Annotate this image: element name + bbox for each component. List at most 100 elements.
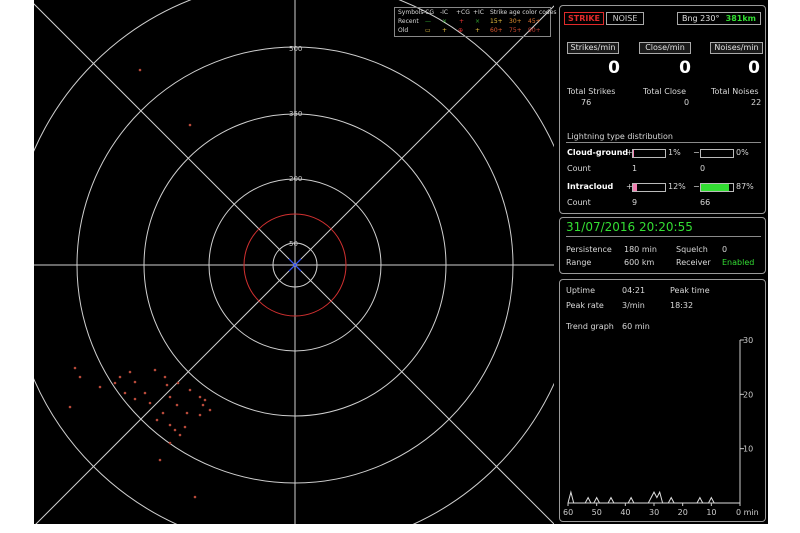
distribution-title: Lightning type distribution (567, 132, 673, 141)
squelch-value: 0 (722, 245, 728, 254)
noises-per-min-button[interactable]: Noises/min (710, 42, 763, 54)
total-close-label: Total Close (643, 87, 687, 96)
strike-dot (68, 405, 72, 409)
strike-dot (113, 381, 117, 385)
legend-age-60: 60+ (490, 27, 503, 34)
ic-negative-bar (700, 183, 734, 192)
strike-dot (198, 413, 202, 417)
strike-dot (161, 411, 165, 415)
strike-dot (176, 381, 180, 385)
strike-dot (123, 391, 127, 395)
noise-indicator[interactable]: NOISE (606, 12, 644, 25)
total-noises-value: 22 (751, 98, 762, 107)
cg-negative-pct: 0% (736, 148, 749, 157)
squelch-label: Squelch (676, 245, 708, 254)
strike-dot (201, 403, 205, 407)
cg-negative-bar (700, 149, 734, 158)
status-panel: 31/07/2016 20:20:55 Persistence 180 min … (559, 217, 766, 274)
ic-negative-pct: 87% (736, 182, 754, 191)
datetime-display: 31/07/2016 20:20:55 (566, 220, 693, 234)
strike-dot (163, 375, 167, 379)
close-per-min-value: 0 (679, 58, 691, 78)
ic-count-label: Count (567, 198, 591, 207)
strike-dot (155, 418, 159, 422)
ic-count-negative: 66 (700, 198, 711, 207)
symbol-legend: Symbols -CG -IC +CG +IC Strike age color… (394, 7, 557, 37)
trend-x-tick-label: 10 (706, 508, 716, 517)
strike-dot (143, 391, 147, 395)
strike-dot (153, 368, 157, 372)
legend-old-pos-ic-symbol: + (475, 27, 481, 34)
legend-old-label: Old (398, 27, 409, 34)
strike-dot (198, 395, 202, 399)
range-label-50: 50 (289, 240, 298, 248)
total-strikes-value: 76 (581, 98, 592, 107)
range-value: 600 km (624, 258, 655, 267)
persistence-value: 180 min (624, 245, 657, 254)
strike-indicator[interactable]: STRIKE (564, 12, 604, 25)
receiver-status[interactable]: Enabled (722, 258, 754, 268)
strike-dot (203, 398, 207, 402)
strike-dot (173, 428, 177, 432)
strike-dot (168, 423, 172, 427)
trend-x-tick-label: 0 min (736, 508, 759, 517)
trend-panel: Uptime 04:21 Peak time Peak rate 3/min 1… (559, 279, 766, 522)
strike-dot (183, 425, 187, 429)
trend-y-tick-label: 10 (743, 445, 753, 454)
range-label: Range (566, 258, 592, 267)
trend-y-tick-label: 30 (743, 336, 753, 345)
strike-dot (168, 441, 172, 445)
trend-x-tick-label: 20 (678, 508, 688, 517)
close-per-min-button[interactable]: Close/min (639, 42, 691, 54)
persistence-label: Persistence (566, 245, 612, 254)
legend-age-90: 90+ (528, 27, 541, 34)
strike-dot (148, 401, 152, 405)
legend-age-75: 75+ (509, 27, 522, 34)
trend-x-tick-label: 50 (592, 508, 602, 517)
legend-old-neg-ic-symbol: + (442, 27, 448, 34)
distribution-divider (566, 142, 761, 143)
distance-value: 381km (725, 14, 756, 23)
range-label-500: 500 (289, 45, 302, 53)
noises-per-min-value: 0 (748, 58, 760, 78)
cg-count-negative: 0 (700, 164, 706, 173)
trend-x-tick-label: 30 (649, 508, 659, 517)
cg-positive-bar (632, 149, 666, 158)
lightning-detector-screen: 500 350 200 50 Symbols -CG -IC +CG +IC S… (34, 0, 768, 524)
total-noises-label: Total Noises (711, 87, 759, 96)
radar-diagonal (34, 3, 554, 524)
strikes-per-min-button[interactable]: Strikes/min (567, 42, 619, 54)
intracloud-label: Intracloud (567, 182, 614, 191)
strike-dot (133, 380, 137, 384)
cg-count-positive: 1 (632, 164, 638, 173)
strike-dot (133, 397, 137, 401)
strike-dot (175, 403, 179, 407)
range-label-200: 200 (289, 175, 302, 183)
status-divider (566, 236, 761, 237)
bearing-value: Bng 230° (682, 14, 720, 23)
trend-x-tick-label: 60 (563, 508, 573, 517)
total-close-value: 0 (684, 98, 690, 107)
trend-graph: 60 50 40 30 20 10 0 min 30 20 10 (563, 336, 759, 517)
strike-dot (128, 370, 132, 374)
total-strikes-label: Total Strikes (567, 87, 616, 96)
receiver-label: Receiver (676, 258, 711, 267)
strike-dot (188, 123, 192, 127)
strike-dot (158, 458, 162, 462)
strike-dot (185, 411, 189, 415)
ic-minus-sign: − (693, 182, 700, 191)
counter-panel: STRIKE NOISE Bng 230° 381km Strikes/min … (559, 5, 766, 214)
strike-dot (165, 383, 169, 387)
strike-dot (178, 433, 182, 437)
bearing-box: Bng 230° 381km (677, 12, 761, 25)
strike-dot (138, 68, 142, 72)
ic-positive-bar (632, 183, 666, 192)
trend-x-tick-label: 40 (620, 508, 630, 517)
cloud-ground-label: Cloud-ground (567, 148, 629, 157)
strike-dot (193, 495, 197, 499)
strike-dot (208, 408, 212, 412)
range-label-350: 350 (289, 110, 302, 118)
radar-display[interactable]: 500 350 200 50 (34, 0, 554, 524)
cg-count-label: Count (567, 164, 591, 173)
cg-minus-sign: − (693, 148, 700, 157)
